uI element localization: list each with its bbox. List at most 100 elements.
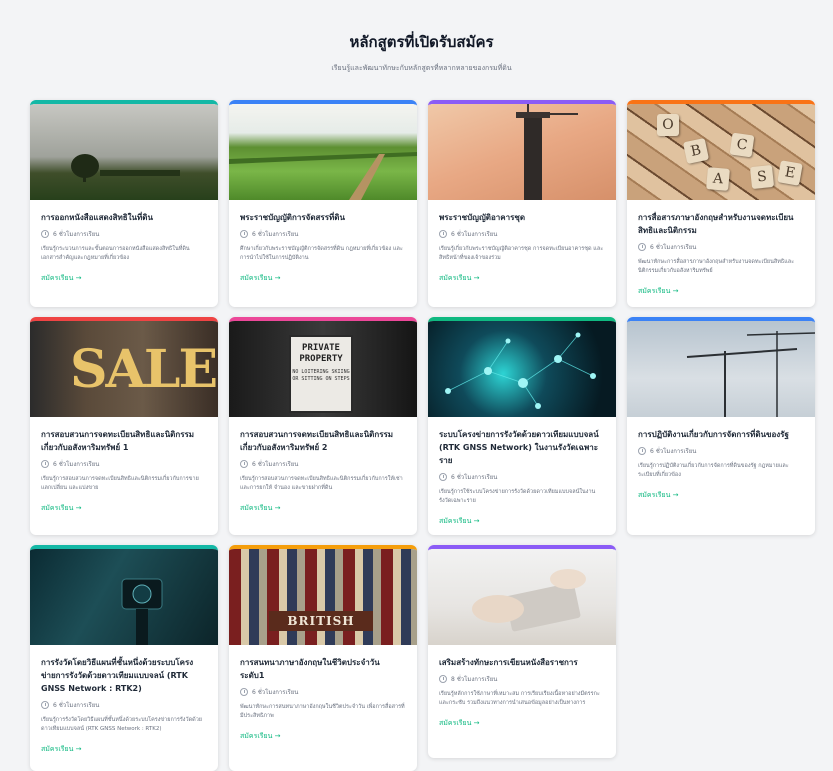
green-field-image bbox=[229, 104, 417, 200]
survey-instrument-image bbox=[30, 549, 218, 645]
enroll-link[interactable]: สมัครเรียน → bbox=[439, 718, 479, 729]
course-duration: 6 ชั่วโมงการเรียน bbox=[53, 231, 100, 238]
clock-icon bbox=[240, 688, 248, 696]
tile-letter: E bbox=[777, 160, 803, 186]
tree-silhouette bbox=[71, 154, 180, 182]
course-card[interactable]: การรังวัดโดยวิธีแผนที่ชั้นหนึ่งด้วยระบบโ… bbox=[30, 545, 218, 771]
course-card[interactable]: O B C S E A การสื่อสารภาษาอังกฤษสำหรับงา… bbox=[627, 100, 815, 307]
clock-icon bbox=[439, 675, 447, 683]
tile-letter: B bbox=[682, 137, 710, 165]
course-title[interactable]: การออกหนังสือแสดงสิทธิในที่ดิน bbox=[41, 211, 207, 224]
enroll-link[interactable]: สมัครเรียน → bbox=[240, 503, 280, 514]
clock-icon bbox=[638, 447, 646, 455]
construction-tower-image bbox=[428, 104, 616, 200]
field-rows bbox=[229, 152, 417, 200]
enroll-link[interactable]: สมัครเรียน → bbox=[41, 744, 81, 755]
course-card[interactable]: ระบบโครงข่ายการรังวัดด้วยดาวเทียมแบบจลน์… bbox=[428, 317, 616, 535]
clock-icon bbox=[41, 460, 49, 468]
course-description: พัฒนาทักษะการสื่อสารภาษาอังกฤษสำหรับงานจ… bbox=[638, 259, 795, 274]
course-duration: 6 ชั่วโมงการเรียน bbox=[451, 231, 498, 238]
clock-icon bbox=[638, 243, 646, 251]
course-duration: 8 ชั่วโมงการเรียน bbox=[451, 676, 498, 683]
tower-structure bbox=[516, 104, 578, 200]
clock-icon bbox=[41, 230, 49, 238]
enroll-link[interactable]: สมัครเรียน → bbox=[638, 286, 678, 297]
clock-icon bbox=[240, 230, 248, 238]
clock-icon bbox=[240, 460, 248, 468]
course-title[interactable]: การสนทนาภาษาอังกฤษในชีวิตประจำวัน ระดับ1 bbox=[240, 656, 406, 682]
section-header: หลักสูตรที่เปิดรับสมัคร เรียนรู้และพัฒนา… bbox=[30, 30, 813, 74]
course-description: เรียนรู้การรังวัดโดยวิธีแผนที่ชั้นหนึ่งด… bbox=[41, 717, 203, 732]
letter-tiles-image: O B C S E A bbox=[627, 104, 815, 200]
course-duration: 6 ชั่วโมงการเรียน bbox=[252, 461, 299, 468]
course-description: เรียนรู้การสอบสวนการจดทะเบียนสิทธิและนิต… bbox=[240, 476, 403, 491]
course-duration: 6 ชั่วโมงการเรียน bbox=[53, 702, 100, 709]
sign-subtext: NO LOITERING SKIING OR SITTING ON STEPS bbox=[292, 369, 350, 382]
course-description: พัฒนาทักษะการสนทนาภาษาอังกฤษในชีวิตประจำ… bbox=[240, 704, 405, 719]
network-graph bbox=[445, 332, 596, 409]
course-duration: 6 ชั่วโมงการเรียน bbox=[451, 474, 498, 481]
course-duration: 6 ชั่วโมงการเรียน bbox=[650, 448, 697, 455]
enroll-link[interactable]: สมัครเรียน → bbox=[41, 273, 81, 284]
course-card[interactable]: BRITISH การสนทนาภาษาอังกฤษในชีวิตประจำวั… bbox=[229, 545, 417, 771]
course-card[interactable]: พระราชบัญญัติการจัดสรรที่ดิน 6 ชั่วโมงกา… bbox=[229, 100, 417, 307]
british-books-image: BRITISH bbox=[229, 549, 417, 645]
course-description: เรียนรู้เกี่ยวกับพระราชบัญญัติอาคารชุด ก… bbox=[439, 246, 604, 261]
course-card[interactable]: การปฏิบัติงานเกี่ยวกับการจัดการที่ดินของ… bbox=[627, 317, 815, 535]
clock-icon bbox=[439, 230, 447, 238]
network-nodes-image bbox=[428, 321, 616, 417]
tile-letter: C bbox=[729, 132, 755, 158]
typing-image bbox=[428, 549, 616, 645]
laptop-hands bbox=[472, 569, 586, 632]
enroll-link[interactable]: สมัครเรียน → bbox=[439, 516, 479, 527]
tile-letter: O bbox=[657, 114, 679, 136]
course-title[interactable]: พระราชบัญญัติอาคารชุด bbox=[439, 211, 605, 224]
private-property-sign: PRIVATE PROPERTY NO LOITERING SKIING OR … bbox=[289, 335, 353, 413]
sale-sign-image: SALE bbox=[30, 321, 218, 417]
course-duration: 6 ชั่วโมงการเรียน bbox=[650, 244, 697, 251]
course-duration: 6 ชั่วโมงการเรียน bbox=[252, 689, 299, 696]
enroll-link[interactable]: สมัครเรียน → bbox=[638, 490, 678, 501]
course-card[interactable]: เสริมสร้างทักษะการเขียนหนังสือราชการ 8 ช… bbox=[428, 545, 616, 758]
sign-title: PRIVATE PROPERTY bbox=[299, 343, 343, 364]
course-description: เรียนรู้กระบวนการและขั้นตอนการออกหนังสือ… bbox=[41, 246, 190, 261]
course-description: ศึกษาเกี่ยวกับพระราชบัญญัติการจัดสรรที่ด… bbox=[240, 246, 403, 261]
course-card[interactable]: พระราชบัญญัติอาคารชุด 6 ชั่วโมงการเรียน … bbox=[428, 100, 616, 307]
clock-icon bbox=[439, 473, 447, 481]
course-title[interactable]: พระราชบัญญัติการจัดสรรที่ดิน bbox=[240, 211, 406, 224]
sale-text: SALE bbox=[70, 339, 218, 400]
course-duration: 6 ชั่วโมงการเรียน bbox=[53, 461, 100, 468]
course-description: เรียนรู้หลักการใช้ภาษาที่เหมาะสม การเรีย… bbox=[439, 691, 600, 706]
page-title: หลักสูตรที่เปิดรับสมัคร bbox=[349, 33, 494, 51]
page-subtitle: เรียนรู้และพัฒนาทักษะกับหลักสูตรที่หลากห… bbox=[331, 64, 512, 72]
clock-icon bbox=[41, 701, 49, 709]
course-grid: การออกหนังสือแสดงสิทธิในที่ดิน 6 ชั่วโมง… bbox=[30, 100, 815, 771]
enroll-link[interactable]: สมัครเรียน → bbox=[240, 731, 280, 742]
course-duration: 6 ชั่วโมงการเรียน bbox=[252, 231, 299, 238]
course-listing-page: หลักสูตรที่เปิดรับสมัคร เรียนรู้และพัฒนา… bbox=[0, 0, 833, 771]
course-card[interactable]: การออกหนังสือแสดงสิทธิในที่ดิน 6 ชั่วโมง… bbox=[30, 100, 218, 307]
private-property-image: PRIVATE PROPERTY NO LOITERING SKIING OR … bbox=[229, 321, 417, 417]
course-title[interactable]: การสอบสวนการจดทะเบียนสิทธิและนิติกรรมเกี… bbox=[41, 428, 207, 454]
course-title[interactable]: การสื่อสารภาษาอังกฤษสำหรับงานจดทะเบียนสิ… bbox=[638, 211, 804, 237]
course-description: เรียนรู้การสอบสวนการจดทะเบียนสิทธิและนิต… bbox=[41, 476, 199, 491]
course-card[interactable]: SALE การสอบสวนการจดทะเบียนสิทธิและนิติกร… bbox=[30, 317, 218, 535]
tile-letter: S bbox=[749, 164, 775, 190]
course-title[interactable]: เสริมสร้างทักษะการเขียนหนังสือราชการ bbox=[439, 656, 605, 669]
tile-letter: A bbox=[706, 167, 730, 191]
course-title[interactable]: การปฏิบัติงานเกี่ยวกับการจัดการที่ดินของ… bbox=[638, 428, 804, 441]
cranes-image bbox=[627, 321, 815, 417]
course-title[interactable]: ระบบโครงข่ายการรังวัดด้วยดาวเทียมแบบจลน์… bbox=[439, 428, 605, 467]
course-card[interactable]: PRIVATE PROPERTY NO LOITERING SKIING OR … bbox=[229, 317, 417, 535]
british-label: BRITISH bbox=[269, 611, 373, 631]
sunset-farm-image bbox=[30, 104, 218, 200]
enroll-link[interactable]: สมัครเรียน → bbox=[41, 503, 81, 514]
enroll-link[interactable]: สมัครเรียน → bbox=[439, 273, 479, 284]
course-description: เรียนรู้การปฏิบัติงานเกี่ยวกับการจัดการท… bbox=[638, 463, 789, 478]
crane-silhouette bbox=[686, 331, 815, 417]
enroll-link[interactable]: สมัครเรียน → bbox=[240, 273, 280, 284]
course-title[interactable]: การสอบสวนการจดทะเบียนสิทธิและนิติกรรมเกี… bbox=[240, 428, 406, 454]
course-description: เรียนรู้การใช้ระบบโครงข่ายการรังวัดด้วยด… bbox=[439, 489, 596, 504]
course-title[interactable]: การรังวัดโดยวิธีแผนที่ชั้นหนึ่งด้วยระบบโ… bbox=[41, 656, 207, 695]
instrument-shape bbox=[121, 578, 163, 645]
